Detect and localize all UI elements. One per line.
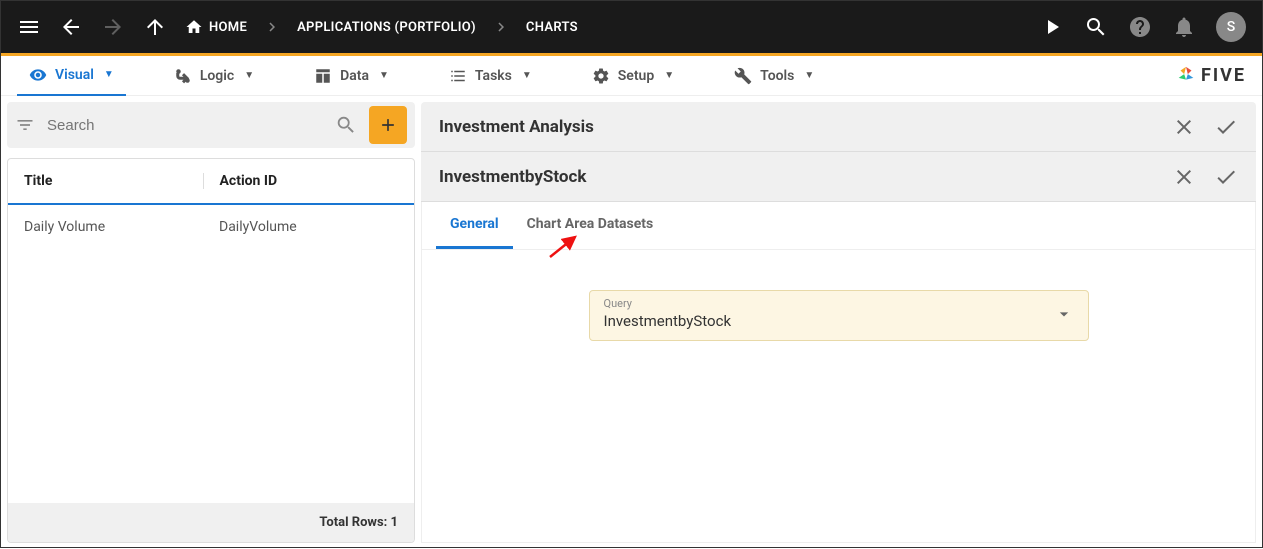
close-icon[interactable] bbox=[1172, 115, 1196, 139]
up-icon[interactable] bbox=[143, 15, 167, 39]
select-content: Query InvestmentbyStock bbox=[604, 297, 1054, 330]
panel-title: InvestmentbyStock bbox=[439, 167, 1154, 187]
cell-action-id: DailyVolume bbox=[203, 219, 398, 235]
logo-icon bbox=[1175, 65, 1197, 87]
caret-down-icon: ▼ bbox=[804, 70, 814, 81]
menubar: Visual ▼ Logic ▼ Data ▼ Tasks ▼ Setup ▼ … bbox=[1, 56, 1262, 96]
caret-down-icon: ▼ bbox=[104, 69, 114, 80]
caret-down-icon: ▼ bbox=[244, 70, 254, 81]
form-area: Query InvestmentbyStock bbox=[422, 250, 1255, 381]
topbar-right: S bbox=[1040, 12, 1246, 42]
play-icon[interactable] bbox=[1040, 15, 1064, 39]
table: Title Action ID Daily Volume DailyVolume… bbox=[7, 158, 415, 543]
help-icon[interactable] bbox=[1128, 15, 1152, 39]
left-panel: Title Action ID Daily Volume DailyVolume… bbox=[1, 96, 421, 549]
breadcrumb-home[interactable]: HOME bbox=[185, 18, 247, 36]
chevron-right-icon bbox=[492, 18, 510, 36]
plus-icon bbox=[378, 115, 398, 135]
column-title[interactable]: Title bbox=[24, 173, 203, 189]
query-select[interactable]: Query InvestmentbyStock bbox=[589, 290, 1089, 341]
check-icon[interactable] bbox=[1214, 165, 1238, 189]
search-icon[interactable] bbox=[335, 114, 357, 136]
search-icon[interactable] bbox=[1084, 15, 1108, 39]
eye-icon bbox=[29, 66, 47, 84]
table-footer: Total Rows: 1 bbox=[8, 503, 414, 542]
caret-down-icon: ▼ bbox=[522, 70, 532, 81]
right-panel: Investment Analysis InvestmentbyStock Ge… bbox=[421, 96, 1262, 549]
menu-label: Setup bbox=[618, 68, 654, 84]
panel-header-1: Investment Analysis bbox=[421, 102, 1256, 152]
panel-title: Investment Analysis bbox=[439, 117, 1154, 137]
add-button[interactable] bbox=[369, 106, 407, 144]
menu-label: Tools bbox=[760, 68, 794, 84]
menu-label: Tasks bbox=[475, 68, 512, 84]
select-value: InvestmentbyStock bbox=[604, 312, 1054, 330]
breadcrumb: HOME APPLICATIONS (PORTFOLIO) CHARTS bbox=[185, 18, 578, 36]
menu-label: Visual bbox=[55, 67, 94, 83]
main: Title Action ID Daily Volume DailyVolume… bbox=[1, 96, 1262, 549]
menu-setup[interactable]: Setup ▼ bbox=[580, 57, 686, 95]
table-body: Daily Volume DailyVolume bbox=[8, 205, 414, 503]
menu-logic[interactable]: Logic ▼ bbox=[162, 57, 266, 95]
close-icon[interactable] bbox=[1172, 165, 1196, 189]
menu-tools[interactable]: Tools ▼ bbox=[722, 57, 826, 95]
caret-down-icon: ▼ bbox=[379, 70, 389, 81]
menu-tasks[interactable]: Tasks ▼ bbox=[437, 57, 544, 95]
menu-data[interactable]: Data ▼ bbox=[302, 57, 401, 95]
avatar-letter: S bbox=[1227, 19, 1235, 35]
avatar[interactable]: S bbox=[1216, 12, 1246, 42]
breadcrumb-label: HOME bbox=[209, 20, 247, 35]
caret-down-icon: ▼ bbox=[664, 70, 674, 81]
gear-icon bbox=[592, 67, 610, 85]
breadcrumb-charts[interactable]: CHARTS bbox=[526, 20, 578, 35]
data-icon bbox=[314, 67, 332, 85]
filter-icon[interactable] bbox=[15, 115, 35, 135]
menu-label: Logic bbox=[200, 68, 234, 84]
check-icon[interactable] bbox=[1214, 115, 1238, 139]
logo-text: FIVE bbox=[1201, 65, 1246, 86]
cell-title: Daily Volume bbox=[24, 219, 203, 235]
tasks-icon bbox=[449, 67, 467, 85]
tabs-container: General Chart Area Datasets Query Invest… bbox=[421, 202, 1256, 543]
chevron-right-icon bbox=[263, 18, 281, 36]
search-input[interactable] bbox=[47, 117, 335, 134]
breadcrumb-label: APPLICATIONS (PORTFOLIO) bbox=[297, 20, 476, 35]
table-header: Title Action ID bbox=[8, 159, 414, 205]
menu-icon[interactable] bbox=[17, 15, 41, 39]
back-icon[interactable] bbox=[59, 15, 83, 39]
tab-general[interactable]: General bbox=[436, 202, 513, 249]
tab-chart-area-datasets[interactable]: Chart Area Datasets bbox=[513, 202, 668, 249]
table-row[interactable]: Daily Volume DailyVolume bbox=[8, 205, 414, 249]
chevron-down-icon bbox=[1054, 304, 1074, 324]
bell-icon[interactable] bbox=[1172, 15, 1196, 39]
tools-icon bbox=[734, 67, 752, 85]
panel-header-2: InvestmentbyStock bbox=[421, 152, 1256, 202]
select-label: Query bbox=[604, 297, 1054, 310]
forward-icon bbox=[101, 15, 125, 39]
breadcrumb-applications[interactable]: APPLICATIONS (PORTFOLIO) bbox=[297, 20, 476, 35]
column-action-id[interactable]: Action ID bbox=[203, 173, 399, 189]
logo: FIVE bbox=[1175, 65, 1246, 87]
topbar: HOME APPLICATIONS (PORTFOLIO) CHARTS S bbox=[1, 1, 1262, 53]
menu-visual[interactable]: Visual ▼ bbox=[17, 56, 126, 96]
tabs: General Chart Area Datasets bbox=[422, 202, 1255, 250]
logic-icon bbox=[174, 67, 192, 85]
search-bar bbox=[7, 102, 415, 148]
breadcrumb-label: CHARTS bbox=[526, 20, 578, 35]
home-icon bbox=[185, 18, 203, 36]
menu-label: Data bbox=[340, 68, 369, 84]
